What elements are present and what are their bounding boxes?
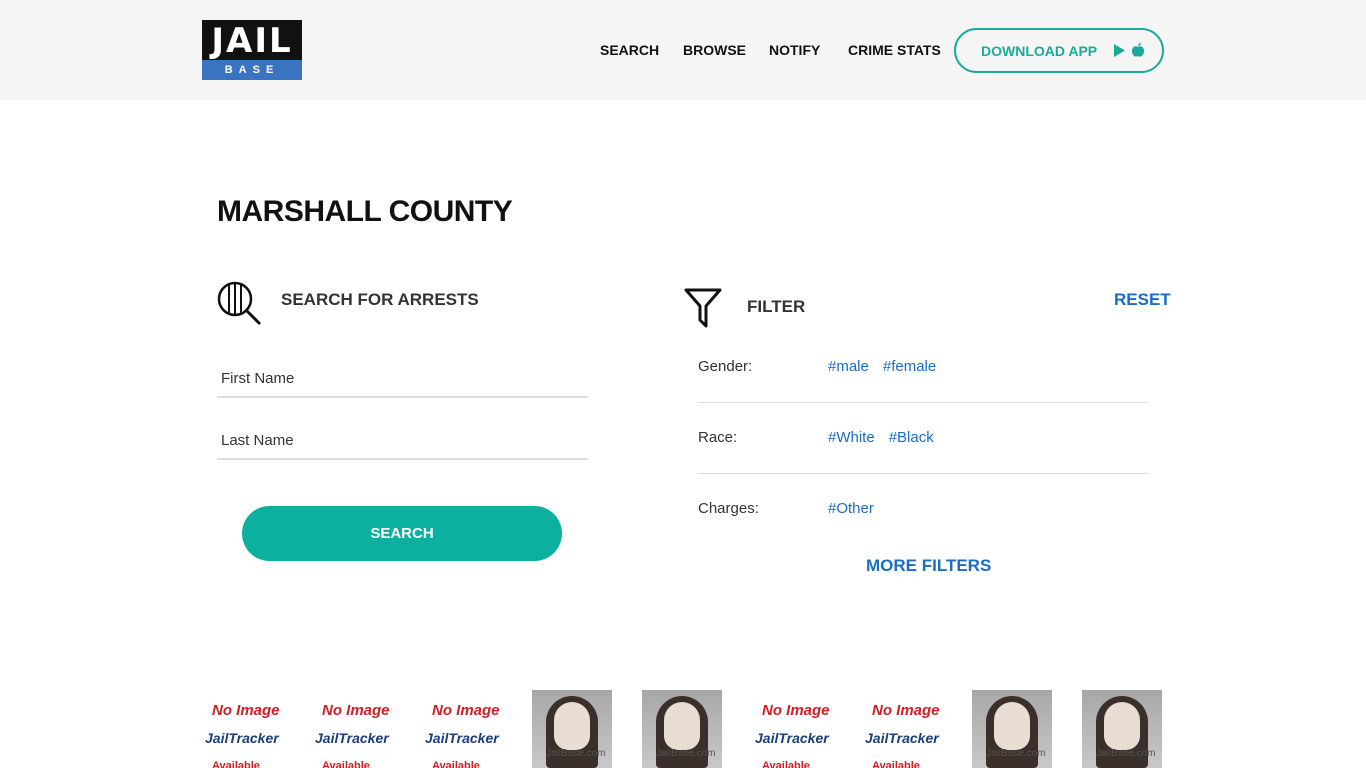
nav-crime-stats[interactable]: CRIME STATS	[848, 42, 941, 58]
mugshot-thumbnail[interactable]: JailBase.com	[532, 690, 612, 768]
download-app-button[interactable]: DOWNLOAD APP	[954, 28, 1164, 73]
page-title: MARSHALL COUNTY	[217, 195, 513, 228]
noimage-label: No Image	[322, 702, 390, 719]
tag-female[interactable]: #female	[883, 358, 936, 375]
filter-label-gender: Gender:	[698, 358, 753, 375]
available-label: Available	[762, 760, 810, 768]
mugshot-face	[994, 702, 1030, 750]
nav-notify[interactable]: NOTIFY	[769, 42, 820, 58]
site-header: JAIL BASE SEARCH BROWSE NOTIFY CRIME STA…	[0, 0, 1366, 100]
watermark: JailBase.com	[986, 748, 1046, 759]
google-play-icon	[1114, 44, 1126, 57]
noimage-label: No Image	[762, 702, 830, 719]
available-label: Available	[872, 760, 920, 768]
noimage-label: No Image	[872, 702, 940, 719]
jailtracker-label: JailTracker	[315, 730, 389, 746]
nav-search[interactable]: SEARCH	[600, 42, 659, 58]
filter-row-gender: Gender: #male #female	[698, 332, 1149, 403]
mugshot-thumbnail-noimage[interactable]: No Image JailTracker Available	[862, 690, 942, 768]
mugshot-thumbnail-noimage[interactable]: No Image JailTracker Available	[202, 690, 282, 768]
watermark: JailBase.com	[546, 748, 606, 759]
tag-other[interactable]: #Other	[828, 500, 874, 517]
available-label: Available	[322, 760, 370, 768]
search-arrests-heading: SEARCH FOR ARRESTS	[281, 290, 479, 309]
mugshot-thumbnail[interactable]: JailBase.com	[1082, 690, 1162, 768]
available-label: Available	[212, 760, 260, 768]
more-filters-link[interactable]: MORE FILTERS	[866, 556, 991, 576]
reset-filters-link[interactable]: RESET	[1114, 290, 1171, 310]
tag-black[interactable]: #Black	[889, 429, 934, 446]
filter-heading: FILTER	[747, 297, 806, 316]
logo-wordmark-bottom: BASE	[202, 60, 302, 80]
search-button[interactable]: SEARCH	[242, 506, 562, 561]
filter-row-charges: Charges: #Other	[698, 474, 1149, 545]
last-name-input[interactable]	[217, 423, 588, 460]
apple-icon	[1132, 43, 1145, 57]
nav-browse[interactable]: BROWSE	[683, 42, 746, 58]
watermark: JailBase.com	[656, 748, 716, 759]
mugshot-thumbnail-noimage[interactable]: No Image JailTracker Available	[752, 690, 832, 768]
jailtracker-label: JailTracker	[865, 730, 939, 746]
mugshot-thumbnail-noimage[interactable]: No Image JailTracker Available	[312, 690, 392, 768]
mugshot-thumbnail-noimage[interactable]: No Image JailTracker Available	[422, 690, 502, 768]
mugshot-strip: No Image JailTracker Available No Image Jail…	[202, 690, 1202, 768]
mugshot-thumbnail[interactable]: JailBase.com	[642, 690, 722, 768]
tag-male[interactable]: #male	[828, 358, 869, 375]
logo-wordmark-top: JAIL	[202, 20, 302, 61]
magnifier-icon	[217, 281, 262, 326]
jailtracker-label: JailTracker	[205, 730, 279, 746]
download-app-label: DOWNLOAD APP	[981, 42, 1098, 59]
noimage-label: No Image	[432, 702, 500, 719]
filter-label-race: Race:	[698, 429, 738, 446]
filter-label-charges: Charges:	[698, 500, 759, 517]
jailbase-logo[interactable]: JAIL BASE	[202, 20, 302, 80]
mugshot-face	[1104, 702, 1140, 750]
jailtracker-label: JailTracker	[755, 730, 829, 746]
tag-white[interactable]: #White	[828, 429, 875, 446]
available-label: Available	[432, 760, 480, 768]
mugshot-face	[554, 702, 590, 750]
noimage-label: No Image	[212, 702, 280, 719]
mugshot-face	[664, 702, 700, 750]
filter-row-race: Race: #White #Black	[698, 403, 1149, 474]
watermark: JailBase.com	[1096, 748, 1156, 759]
mugshot-thumbnail[interactable]: JailBase.com	[972, 690, 1052, 768]
jailtracker-label: JailTracker	[425, 730, 499, 746]
funnel-icon	[684, 288, 722, 328]
first-name-input[interactable]	[217, 361, 588, 398]
